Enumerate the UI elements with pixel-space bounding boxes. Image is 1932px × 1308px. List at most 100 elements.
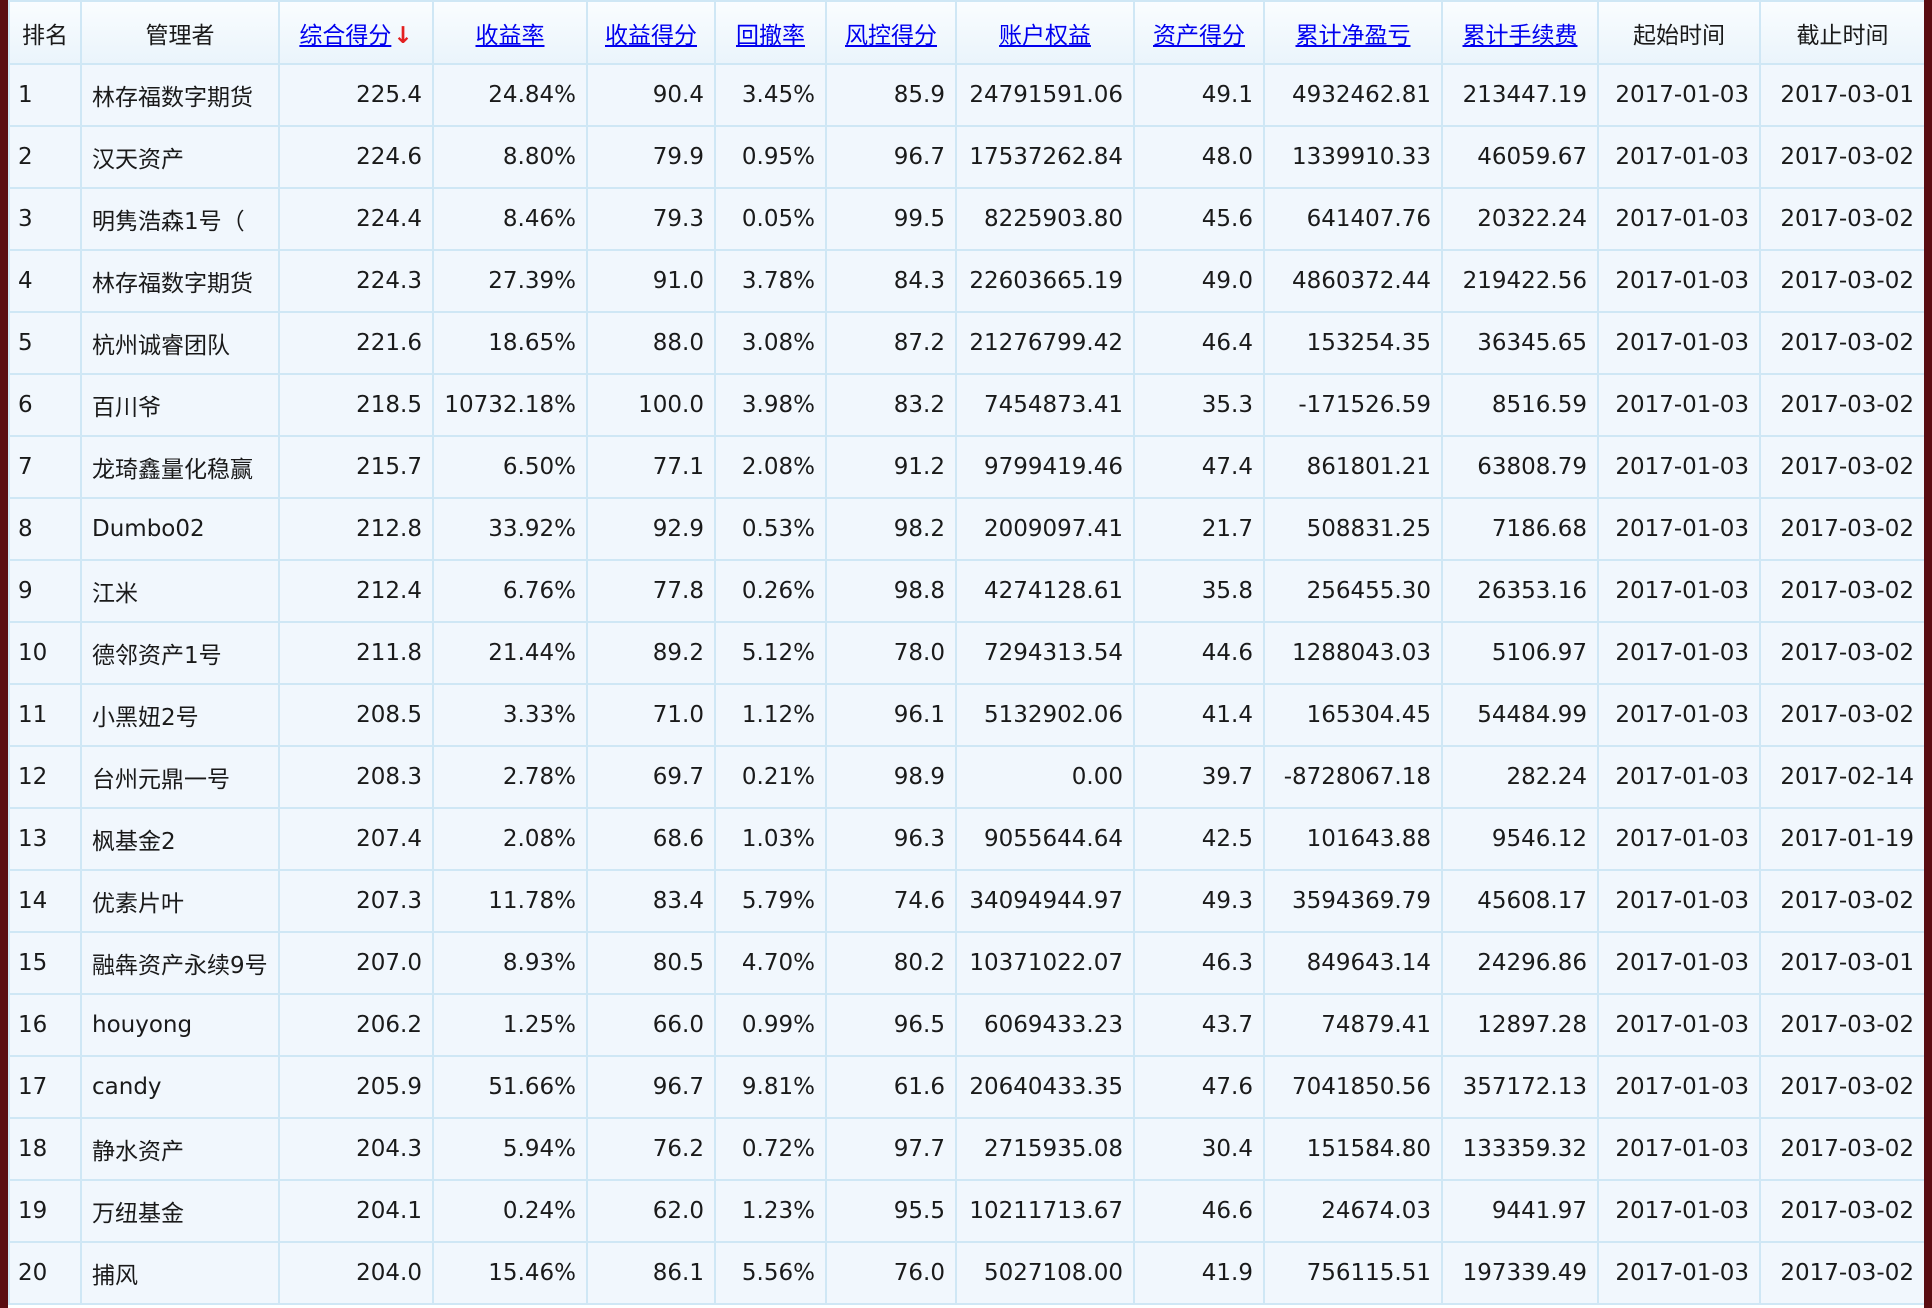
cell-return-rate: 27.39%	[432, 249, 588, 313]
column-header-total-score[interactable]: 综合得分↓	[278, 0, 434, 65]
cell-return-rate: 18.65%	[432, 311, 588, 375]
cell-risk-score: 78.0	[825, 621, 957, 685]
cell-return-rate: 1.25%	[432, 993, 588, 1057]
cell-asset-score: 49.0	[1133, 249, 1265, 313]
cell-return-score: 88.0	[586, 311, 716, 375]
cell-return-rate: 11.78%	[432, 869, 588, 933]
column-header-equity[interactable]: 账户权益	[955, 0, 1135, 65]
cell-manager: houyong	[80, 993, 280, 1057]
cell-equity: 10371022.07	[955, 931, 1135, 995]
cell-equity: 21276799.42	[955, 311, 1135, 375]
cell-start-date: 2017-01-03	[1597, 1055, 1761, 1119]
column-header-risk-score[interactable]: 风控得分	[825, 0, 957, 65]
cell-return-score: 77.8	[586, 559, 716, 623]
cell-total-score: 208.5	[278, 683, 434, 747]
cell-net-pnl: 1339910.33	[1263, 125, 1443, 189]
cell-equity: 2715935.08	[955, 1117, 1135, 1181]
cell-manager: 融犇资产永续9号	[80, 931, 280, 995]
cell-risk-score: 80.2	[825, 931, 957, 995]
cell-start-date: 2017-01-03	[1597, 559, 1761, 623]
column-header-label: 管理者	[145, 22, 215, 49]
cell-drawdown: 0.21%	[714, 745, 827, 809]
cell-equity: 20640433.35	[955, 1055, 1135, 1119]
cell-total-score: 225.4	[278, 63, 434, 127]
cell-equity: 24791591.06	[955, 63, 1135, 127]
cell-fees: 63808.79	[1441, 435, 1599, 499]
column-header-return-rate[interactable]: 收益率	[432, 0, 588, 65]
table-row: 12 台州元鼎一号 208.3 2.78% 69.7 0.21% 98.9 0.00 39.7-…	[8, 745, 1924, 809]
cell-rank: 14	[8, 869, 82, 933]
cell-drawdown: 4.70%	[714, 931, 827, 995]
table-row: 1 林存福数字期货 225.4 24.84% 90.4 3.45% 85.9 24791591…	[8, 63, 1924, 127]
cell-start-date: 2017-01-03	[1597, 807, 1761, 871]
cell-drawdown: 5.56%	[714, 1241, 827, 1305]
cell-return-rate: 0.24%	[432, 1179, 588, 1243]
cell-end-date: 2017-03-02	[1759, 621, 1924, 685]
cell-manager: 林存福数字期货	[80, 249, 280, 313]
cell-rank: 18	[8, 1117, 82, 1181]
column-header-asset-score[interactable]: 资产得分	[1133, 0, 1265, 65]
cell-fees: 24296.86	[1441, 931, 1599, 995]
cell-start-date: 2017-01-03	[1597, 931, 1761, 995]
cell-net-pnl: 256455.30	[1263, 559, 1443, 623]
table-row: 9 江米 212.4 6.76% 77.8 0.26% 98.8 4274128.61 35.8…	[8, 559, 1924, 623]
cell-return-rate: 8.80%	[432, 125, 588, 189]
cell-start-date: 2017-01-03	[1597, 993, 1761, 1057]
cell-net-pnl: 24674.03	[1263, 1179, 1443, 1243]
cell-total-score: 224.4	[278, 187, 434, 251]
cell-rank: 8	[8, 497, 82, 561]
cell-total-score: 211.8	[278, 621, 434, 685]
cell-return-score: 80.5	[586, 931, 716, 995]
column-header-label: 综合得分	[299, 22, 392, 49]
cell-return-score: 96.7	[586, 1055, 716, 1119]
cell-net-pnl: 641407.76	[1263, 187, 1443, 251]
cell-drawdown: 0.95%	[714, 125, 827, 189]
cell-end-date: 2017-03-02	[1759, 187, 1924, 251]
cell-end-date: 2017-03-02	[1759, 559, 1924, 623]
cell-equity: 9799419.46	[955, 435, 1135, 499]
column-header-return-score[interactable]: 收益得分	[586, 0, 716, 65]
cell-equity: 2009097.41	[955, 497, 1135, 561]
cell-return-score: 62.0	[586, 1179, 716, 1243]
column-header-label: 资产得分	[1153, 22, 1245, 49]
table-row: 15 融犇资产永续9号 207.0 8.93% 80.5 4.70% 80.2 1037102…	[8, 931, 1924, 995]
cell-start-date: 2017-01-03	[1597, 1179, 1761, 1243]
cell-equity: 7294313.54	[955, 621, 1135, 685]
cell-return-rate: 5.94%	[432, 1117, 588, 1181]
cell-return-rate: 24.84%	[432, 63, 588, 127]
cell-risk-score: 87.2	[825, 311, 957, 375]
cell-start-date: 2017-01-03	[1597, 311, 1761, 375]
cell-return-score: 91.0	[586, 249, 716, 313]
cell-equity: 22603665.19	[955, 249, 1135, 313]
column-header-rank: 排名	[8, 0, 82, 65]
cell-equity: 4274128.61	[955, 559, 1135, 623]
cell-start-date: 2017-01-03	[1597, 435, 1761, 499]
cell-manager: 枫基金2	[80, 807, 280, 871]
cell-total-score: 206.2	[278, 993, 434, 1057]
cell-manager: 德邻资产1号	[80, 621, 280, 685]
cell-return-rate: 6.50%	[432, 435, 588, 499]
cell-asset-score: 30.4	[1133, 1117, 1265, 1181]
column-header-label: 起始时间	[1633, 22, 1725, 49]
cell-drawdown: 0.99%	[714, 993, 827, 1057]
cell-rank: 1	[8, 63, 82, 127]
column-header-label: 收益率	[475, 22, 545, 49]
table-row: 16 houyong 206.2 1.25% 66.0 0.99% 96.5 6069433.…	[8, 993, 1924, 1057]
cell-net-pnl: 756115.51	[1263, 1241, 1443, 1305]
column-header-net-pnl[interactable]: 累计净盈亏	[1263, 0, 1443, 65]
cell-return-rate: 3.33%	[432, 683, 588, 747]
cell-total-score: 221.6	[278, 311, 434, 375]
column-header-drawdown[interactable]: 回撤率	[714, 0, 827, 65]
column-header-fees[interactable]: 累计手续费	[1441, 0, 1599, 65]
cell-asset-score: 47.4	[1133, 435, 1265, 499]
cell-net-pnl: 165304.45	[1263, 683, 1443, 747]
cell-asset-score: 35.3	[1133, 373, 1265, 437]
cell-start-date: 2017-01-03	[1597, 683, 1761, 747]
cell-fees: 7186.68	[1441, 497, 1599, 561]
cell-return-rate: 6.76%	[432, 559, 588, 623]
cell-drawdown: 0.53%	[714, 497, 827, 561]
cell-rank: 13	[8, 807, 82, 871]
cell-net-pnl: 4932462.81	[1263, 63, 1443, 127]
sort-desc-icon: ↓	[393, 22, 413, 49]
cell-end-date: 2017-03-02	[1759, 373, 1924, 437]
